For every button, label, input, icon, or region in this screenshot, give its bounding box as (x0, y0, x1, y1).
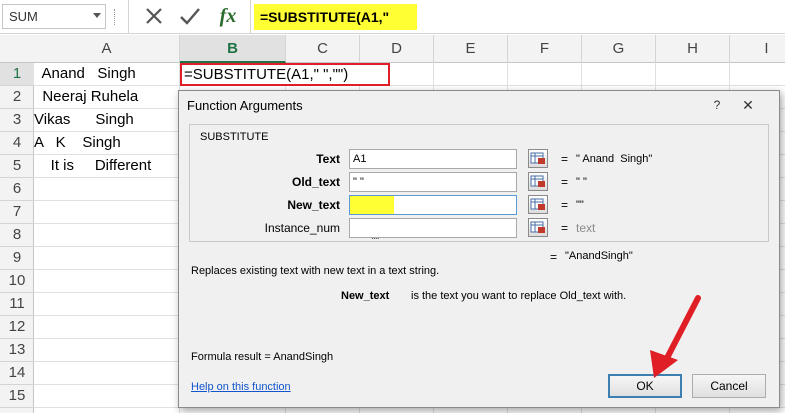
cell-a5[interactable]: It is Different (34, 155, 179, 178)
highlight-mark (350, 196, 394, 214)
arg-result-text: " Anand Singh" (576, 153, 653, 165)
arg-label-new-text: New_text (287, 198, 340, 212)
name-box-value: SUM (9, 9, 38, 24)
column-header-g[interactable]: G (582, 35, 656, 63)
function-name: SUBSTITUTE (200, 131, 269, 143)
cell-a2[interactable]: Neeraj Ruhela (34, 86, 179, 109)
arg-result-new-text: "" (576, 199, 584, 211)
arg-label-text: Text (316, 152, 340, 166)
chevron-down-icon[interactable] (93, 13, 101, 18)
argument-help-text: is the text you want to replace Old_text… (411, 290, 627, 302)
row-header-12[interactable]: 12 (0, 316, 34, 339)
arg-input-text[interactable]: A1 (349, 149, 517, 169)
argument-help-name: New_text (341, 290, 390, 302)
row-header-2[interactable]: 2 (0, 86, 34, 109)
close-button[interactable]: ✕ (737, 96, 759, 114)
arg-result-old-text: " " (576, 176, 587, 188)
cell-a4[interactable]: A K Singh (34, 132, 179, 155)
divider (128, 0, 129, 34)
help-button[interactable]: ? (706, 96, 728, 114)
row-header-13[interactable]: 13 (0, 339, 34, 362)
collapse-dialog-icon[interactable] (528, 218, 548, 237)
column-header-a[interactable]: A (34, 35, 180, 63)
equals-sign: = (561, 221, 569, 235)
formula-input[interactable]: =SUBSTITUTE(A1," ","") (254, 4, 417, 51)
cell-b1-active[interactable]: =SUBSTITUTE(A1," ","") (180, 63, 390, 86)
collapse-dialog-icon[interactable] (528, 172, 548, 191)
formula-bar: SUM fx =SUBSTITUTE(A1," ","") (0, 0, 785, 51)
formula-bar-grip[interactable] (114, 9, 117, 25)
cell-a1[interactable]: Anand Singh (34, 63, 179, 86)
row-header-6[interactable]: 6 (0, 178, 34, 201)
equals-sign: = (561, 175, 569, 189)
cancel-icon[interactable] (140, 3, 168, 29)
dialog-title: Function Arguments (187, 98, 303, 113)
arg-label-instance-num: Instance_num (264, 221, 340, 235)
cell-a3[interactable]: Vikas Singh (34, 109, 179, 132)
name-box[interactable]: SUM (2, 4, 106, 29)
column-header-b[interactable]: B (180, 35, 286, 63)
column-header-f[interactable]: F (508, 35, 582, 63)
arg-result-instance-num: text (576, 221, 596, 235)
equals-sign: = (550, 250, 558, 264)
arg-input-instance-num[interactable] (349, 218, 517, 238)
equals-sign: = (561, 152, 569, 166)
row-header-11[interactable]: 11 (0, 293, 34, 316)
column-header-e[interactable]: E (434, 35, 508, 63)
row-header-9[interactable]: 9 (0, 247, 34, 270)
equals-sign: = (561, 198, 569, 212)
function-group: SUBSTITUTE Text A1 = " Anand Singh" Old_… (189, 124, 769, 247)
row-header-14[interactable]: 14 (0, 362, 34, 385)
column-header-d[interactable]: D (360, 35, 434, 63)
column-header-i[interactable]: I (730, 35, 785, 63)
row-header-1[interactable]: 1 (0, 63, 34, 86)
divider (250, 0, 251, 34)
formula-result: Formula result = AnandSingh (191, 351, 334, 363)
row-header-5[interactable]: 5 (0, 155, 34, 178)
function-result-value: "AnandSingh" (565, 250, 633, 262)
row-header-7[interactable]: 7 (0, 201, 34, 224)
row-header-8[interactable]: 8 (0, 224, 34, 247)
arg-label-old-text: Old_text (291, 175, 340, 189)
row-header-15[interactable]: 15 (0, 385, 34, 408)
help-link[interactable]: Help on this function (191, 381, 291, 393)
row-header-4[interactable]: 4 (0, 132, 34, 155)
collapse-dialog-icon[interactable] (528, 195, 548, 214)
column-header-c[interactable]: C (286, 35, 360, 63)
function-description: Replaces existing text with new text in … (191, 265, 440, 277)
row-headers: 1 2 3 4 5 6 7 8 9 10 11 12 13 14 15 (0, 63, 34, 413)
arg-input-new-text[interactable]: "" (349, 195, 517, 247)
annotation-arrow-icon (650, 295, 701, 378)
row-header-3[interactable]: 3 (0, 109, 34, 132)
enter-check-icon[interactable] (176, 3, 204, 29)
collapse-dialog-icon[interactable] (528, 149, 548, 168)
insert-function-icon[interactable]: fx (214, 3, 242, 29)
column-headers: A B C D E F G H I (0, 35, 785, 63)
column-header-h[interactable]: H (656, 35, 730, 63)
arg-input-old-text[interactable]: " " (349, 172, 517, 192)
row-header-10[interactable]: 10 (0, 270, 34, 293)
